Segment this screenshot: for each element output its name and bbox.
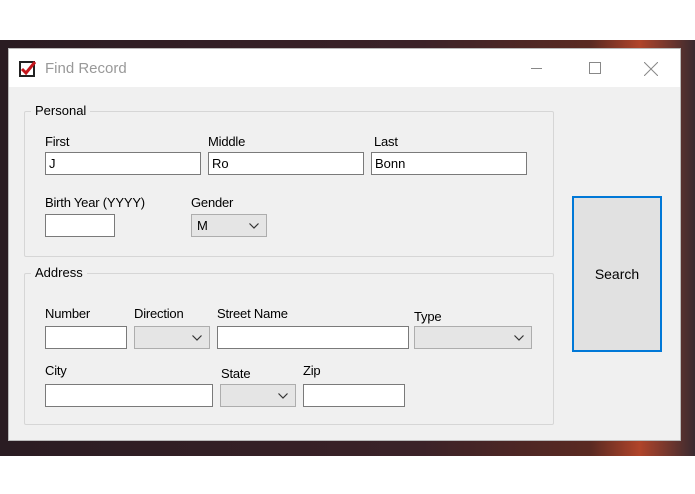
search-button[interactable]: Search (572, 196, 662, 352)
window-title: Find Record (45, 60, 127, 77)
personal-group: Personal First Middle Last Birth Year (Y… (24, 103, 554, 257)
gender-label: Gender (191, 195, 234, 210)
personal-legend: Personal (31, 103, 91, 118)
chevron-down-icon (278, 393, 288, 399)
chevron-down-icon (249, 223, 259, 229)
birth-year-label: Birth Year (YYYY) (45, 195, 145, 210)
city-input[interactable] (45, 384, 213, 407)
birth-year-input[interactable] (45, 214, 115, 237)
middle-label: Middle (208, 134, 246, 149)
zip-input[interactable] (303, 384, 405, 407)
street-name-label: Street Name (217, 306, 288, 321)
direction-label: Direction (134, 306, 184, 321)
address-group: Address Number Direction Street Name Typ… (24, 265, 554, 425)
checkbox-checked-icon (19, 61, 37, 77)
number-label: Number (45, 306, 91, 321)
city-label: City (45, 363, 67, 378)
state-label: State (221, 366, 251, 381)
number-input[interactable] (45, 326, 127, 349)
minimize-icon (531, 68, 542, 69)
gender-value: M (197, 218, 208, 233)
last-name-input[interactable] (371, 152, 527, 175)
middle-name-input[interactable] (208, 152, 364, 175)
type-select[interactable] (414, 326, 532, 349)
address-legend: Address (31, 265, 87, 280)
maximize-icon (589, 62, 601, 74)
title-bar[interactable]: Find Record (9, 49, 680, 87)
gender-select[interactable]: M (191, 214, 267, 237)
last-label: Last (374, 134, 398, 149)
close-icon (644, 62, 658, 76)
direction-select[interactable] (134, 326, 210, 349)
first-name-input[interactable] (45, 152, 201, 175)
minimize-button[interactable] (514, 49, 560, 87)
street-name-input[interactable] (217, 326, 409, 349)
state-select[interactable] (220, 384, 296, 407)
zip-label: Zip (303, 363, 321, 378)
first-label: First (45, 134, 70, 149)
close-button[interactable] (627, 49, 673, 87)
maximize-button[interactable] (572, 49, 618, 87)
type-label: Type (414, 309, 442, 324)
find-record-window: Find Record Personal First Middle Last B… (9, 49, 680, 440)
chevron-down-icon (192, 335, 202, 341)
chevron-down-icon (514, 335, 524, 341)
